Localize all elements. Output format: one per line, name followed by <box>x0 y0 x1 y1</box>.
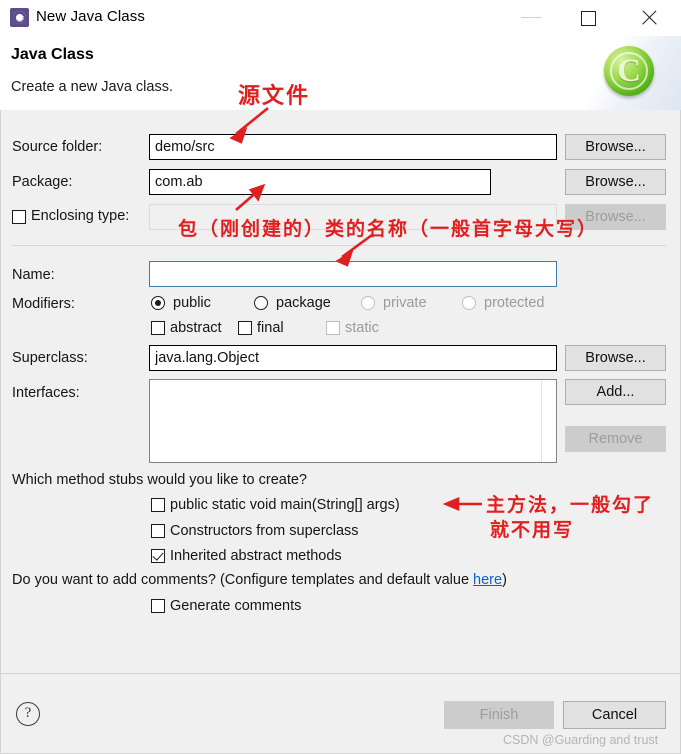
minimize-icon <box>521 17 542 18</box>
modifier-radio-public[interactable] <box>151 296 165 310</box>
configure-templates-link[interactable]: here <box>473 572 502 588</box>
interfaces-scrollbar[interactable] <box>541 380 556 462</box>
interfaces-remove-button: Remove <box>565 426 666 452</box>
annotation-main-method-line2: 就不用写 <box>490 520 575 541</box>
modifier-label-final: final <box>257 320 284 336</box>
stub-checkbox-constructors[interactable] <box>151 524 165 538</box>
stub-checkbox-inherited-abstract[interactable] <box>151 549 165 563</box>
superclass-browse-button[interactable]: Browse... <box>565 345 666 371</box>
modifier-label-private: private <box>383 295 427 311</box>
modifier-radio-private <box>361 296 375 310</box>
maximize-icon <box>581 11 596 26</box>
modifiers-label: Modifiers: <box>12 296 75 312</box>
help-icon[interactable]: ? <box>16 702 40 726</box>
comments-question: Do you want to add comments? (Configure … <box>12 572 507 588</box>
close-icon <box>642 10 657 25</box>
maximize-button[interactable] <box>566 0 612 36</box>
enclosing-type-checkbox[interactable] <box>12 210 26 224</box>
gear-icon <box>13 11 26 24</box>
java-green-c-badge-icon: C <box>604 46 654 96</box>
name-label: Name: <box>12 267 55 283</box>
finish-button: Finish <box>444 701 554 729</box>
dialog-header: Java Class Create a new Java class. <box>0 36 681 111</box>
superclass-label: Superclass: <box>12 350 88 366</box>
title-bar: New Java Class <box>0 0 681 37</box>
close-button[interactable] <box>625 0 671 36</box>
modifier-checkbox-final[interactable] <box>238 321 252 335</box>
modifier-label-protected: protected <box>484 295 545 311</box>
watermark: CSDN @Guarding and trust <box>503 733 659 747</box>
source-folder-input[interactable] <box>149 134 557 160</box>
window-title: New Java Class <box>36 8 145 25</box>
java-class-icon <box>10 8 29 27</box>
interfaces-add-button[interactable]: Add... <box>565 379 666 405</box>
annotation-source-file: 源文件 <box>238 83 311 108</box>
stub-label-constructors: Constructors from superclass <box>170 523 359 539</box>
package-label: Package: <box>12 174 73 190</box>
stub-label-inherited-abstract: Inherited abstract methods <box>170 548 342 564</box>
modifier-radio-protected <box>462 296 476 310</box>
section-divider-1 <box>12 245 666 246</box>
annotation-main-method-line1: 主方法，一般勾了 <box>486 495 655 516</box>
modifier-checkbox-static <box>326 321 340 335</box>
interfaces-list[interactable] <box>149 379 557 463</box>
stub-label-main-method: public static void main(String[] args) <box>170 497 400 513</box>
page-subtitle: Create a new Java class. <box>11 79 173 95</box>
source-folder-label: Source folder: <box>12 139 103 155</box>
generate-comments-label: Generate comments <box>170 598 302 614</box>
package-browse-button[interactable]: Browse... <box>565 169 666 195</box>
page-title: Java Class <box>11 46 94 63</box>
superclass-input[interactable] <box>149 345 557 371</box>
badge-letter: C <box>617 53 641 89</box>
annotation-class-name: 类的名称（一般首字母大写） <box>325 219 599 240</box>
new-java-class-dialog: New Java Class Java Class Create a new J… <box>0 0 681 754</box>
package-input[interactable] <box>149 169 491 195</box>
modifier-label-public: public <box>173 295 211 311</box>
comments-question-prefix: Do you want to add comments? (Configure … <box>12 572 474 588</box>
annotation-package: 包（刚创建的） <box>178 219 326 240</box>
method-stubs-question: Which method stubs would you like to cre… <box>12 472 307 488</box>
enclosing-type-label: Enclosing type: <box>31 208 130 224</box>
comments-question-suffix: ) <box>502 572 507 588</box>
modifier-radio-package[interactable] <box>254 296 268 310</box>
modifier-label-static: static <box>345 320 379 336</box>
generate-comments-checkbox[interactable] <box>151 599 165 613</box>
modifier-label-abstract: abstract <box>170 320 222 336</box>
interfaces-label: Interfaces: <box>12 385 80 401</box>
modifier-label-package: package <box>276 295 331 311</box>
modifier-checkbox-abstract[interactable] <box>151 321 165 335</box>
stub-checkbox-main-method[interactable] <box>151 498 165 512</box>
name-input[interactable] <box>149 261 557 287</box>
cancel-button[interactable]: Cancel <box>563 701 666 729</box>
source-folder-browse-button[interactable]: Browse... <box>565 134 666 160</box>
minimize-button[interactable] <box>509 0 555 36</box>
